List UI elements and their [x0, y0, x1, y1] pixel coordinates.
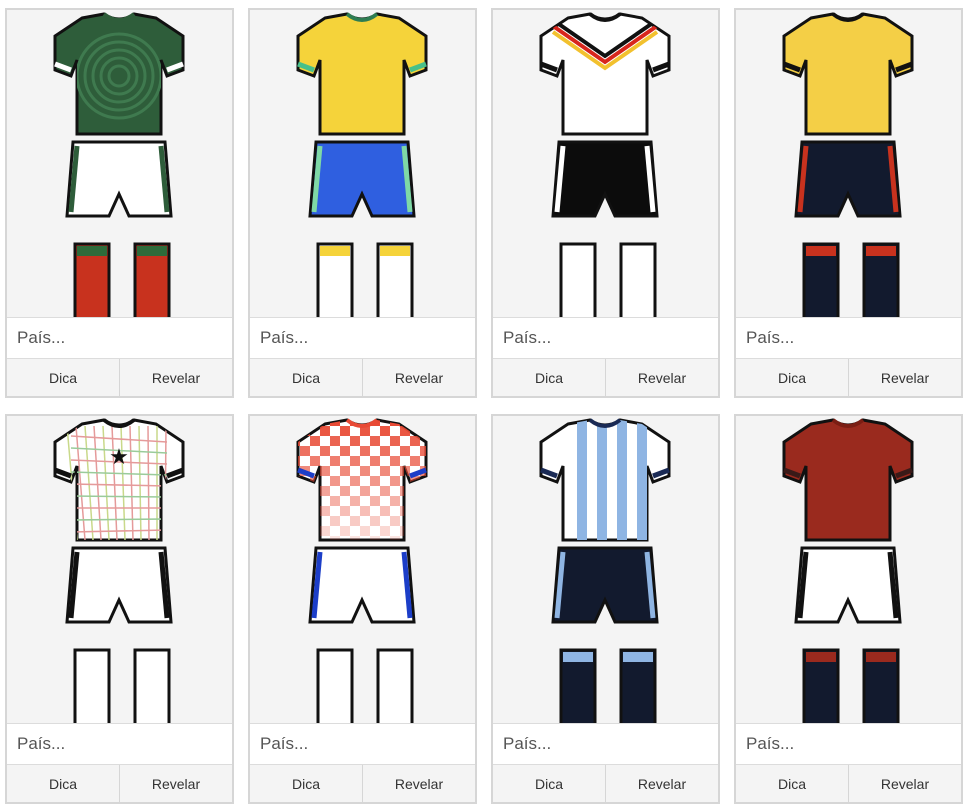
card-actions: Dica Revelar: [250, 359, 475, 396]
hint-button[interactable]: Dica: [736, 765, 848, 802]
kit-svg: [782, 418, 914, 723]
collar: [345, 12, 379, 22]
card-actions: Dica Revelar: [7, 359, 232, 396]
kit-card: Dica Revelar: [491, 8, 720, 398]
kit-illustration: [7, 10, 232, 317]
kit-illustration: [736, 10, 961, 317]
kit-illustration: [493, 416, 718, 723]
card-actions: Dica Revelar: [493, 359, 718, 396]
shorts: [308, 546, 416, 624]
right-sock-top: [137, 246, 167, 256]
card-actions: Dica Revelar: [736, 765, 961, 802]
left-sock-top: [77, 652, 107, 662]
collar: [588, 12, 622, 22]
kit-illustration: [736, 416, 961, 723]
shorts: [794, 546, 902, 624]
hint-button[interactable]: Dica: [493, 765, 605, 802]
left-sock-top: [563, 652, 593, 662]
left-sock-top: [806, 652, 836, 662]
hint-button[interactable]: Dica: [250, 765, 362, 802]
reveal-button[interactable]: Revelar: [119, 765, 232, 802]
country-input[interactable]: [7, 317, 232, 359]
collar: [588, 418, 622, 428]
kit-svg: [539, 12, 671, 317]
right-sock-top: [380, 652, 410, 662]
kit-grid: Dica Revelar Dica Revelar Dica Revelar D…: [0, 0, 970, 812]
reveal-button[interactable]: Revelar: [605, 765, 718, 802]
country-input[interactable]: [7, 723, 232, 765]
country-input[interactable]: [736, 723, 961, 765]
shirt: [53, 418, 185, 542]
kit-card: Dica Revelar: [248, 8, 477, 398]
reveal-button[interactable]: Revelar: [119, 359, 232, 396]
card-actions: Dica Revelar: [736, 359, 961, 396]
collar: [831, 12, 865, 22]
left-sock-top: [320, 652, 350, 662]
reveal-button[interactable]: Revelar: [362, 359, 475, 396]
kit-svg: [296, 12, 428, 317]
collar: [102, 418, 136, 428]
right-sock-top: [623, 246, 653, 256]
right-sock-top: [137, 652, 167, 662]
shorts: [65, 140, 173, 218]
reveal-button[interactable]: Revelar: [848, 359, 961, 396]
card-actions: Dica Revelar: [7, 765, 232, 802]
right-sock-top: [623, 652, 653, 662]
shorts: [551, 140, 659, 218]
shorts: [308, 140, 416, 218]
country-input[interactable]: [736, 317, 961, 359]
kit-card: Dica Revelar: [734, 8, 963, 398]
kit-card: ★ Dica Revelar: [5, 414, 234, 804]
kit-card: Dica Revelar: [734, 414, 963, 804]
country-input[interactable]: [250, 723, 475, 765]
kit-svg: [53, 12, 185, 317]
kit-card: Dica Revelar: [248, 414, 477, 804]
country-input[interactable]: [250, 317, 475, 359]
shirt: [782, 12, 914, 136]
right-sock-top: [866, 246, 896, 256]
reveal-button[interactable]: Revelar: [848, 765, 961, 802]
shirt: [53, 12, 185, 136]
hint-button[interactable]: Dica: [250, 359, 362, 396]
reveal-button[interactable]: Revelar: [605, 359, 718, 396]
card-actions: Dica Revelar: [250, 765, 475, 802]
kit-card: Dica Revelar: [491, 414, 720, 804]
left-sock-top: [563, 246, 593, 256]
card-actions: Dica Revelar: [493, 765, 718, 802]
kit-illustration: ★: [7, 416, 232, 723]
kit-card: Dica Revelar: [5, 8, 234, 398]
right-sock-top: [380, 246, 410, 256]
left-sock-top: [320, 246, 350, 256]
star-icon: ★: [109, 444, 129, 469]
left-sock-top: [806, 246, 836, 256]
hint-button[interactable]: Dica: [736, 359, 848, 396]
country-input[interactable]: [493, 317, 718, 359]
shorts: [794, 140, 902, 218]
kit-illustration: [493, 10, 718, 317]
kit-svg: [539, 418, 671, 723]
shorts: [551, 546, 659, 624]
collar: [831, 418, 865, 428]
hint-button[interactable]: Dica: [7, 359, 119, 396]
kit-svg: [296, 418, 428, 723]
shorts: [65, 546, 173, 624]
hint-button[interactable]: Dica: [493, 359, 605, 396]
reveal-button[interactable]: Revelar: [362, 765, 475, 802]
kit-illustration: [250, 10, 475, 317]
kit-svg: ★: [53, 418, 185, 723]
collar: [345, 418, 379, 428]
collar: [102, 12, 136, 22]
kit-svg: [782, 12, 914, 317]
shirt: [782, 418, 914, 542]
left-sock-top: [77, 246, 107, 256]
right-sock-top: [866, 652, 896, 662]
country-input[interactable]: [493, 723, 718, 765]
shirt: [296, 12, 428, 136]
hint-button[interactable]: Dica: [7, 765, 119, 802]
kit-illustration: [250, 416, 475, 723]
